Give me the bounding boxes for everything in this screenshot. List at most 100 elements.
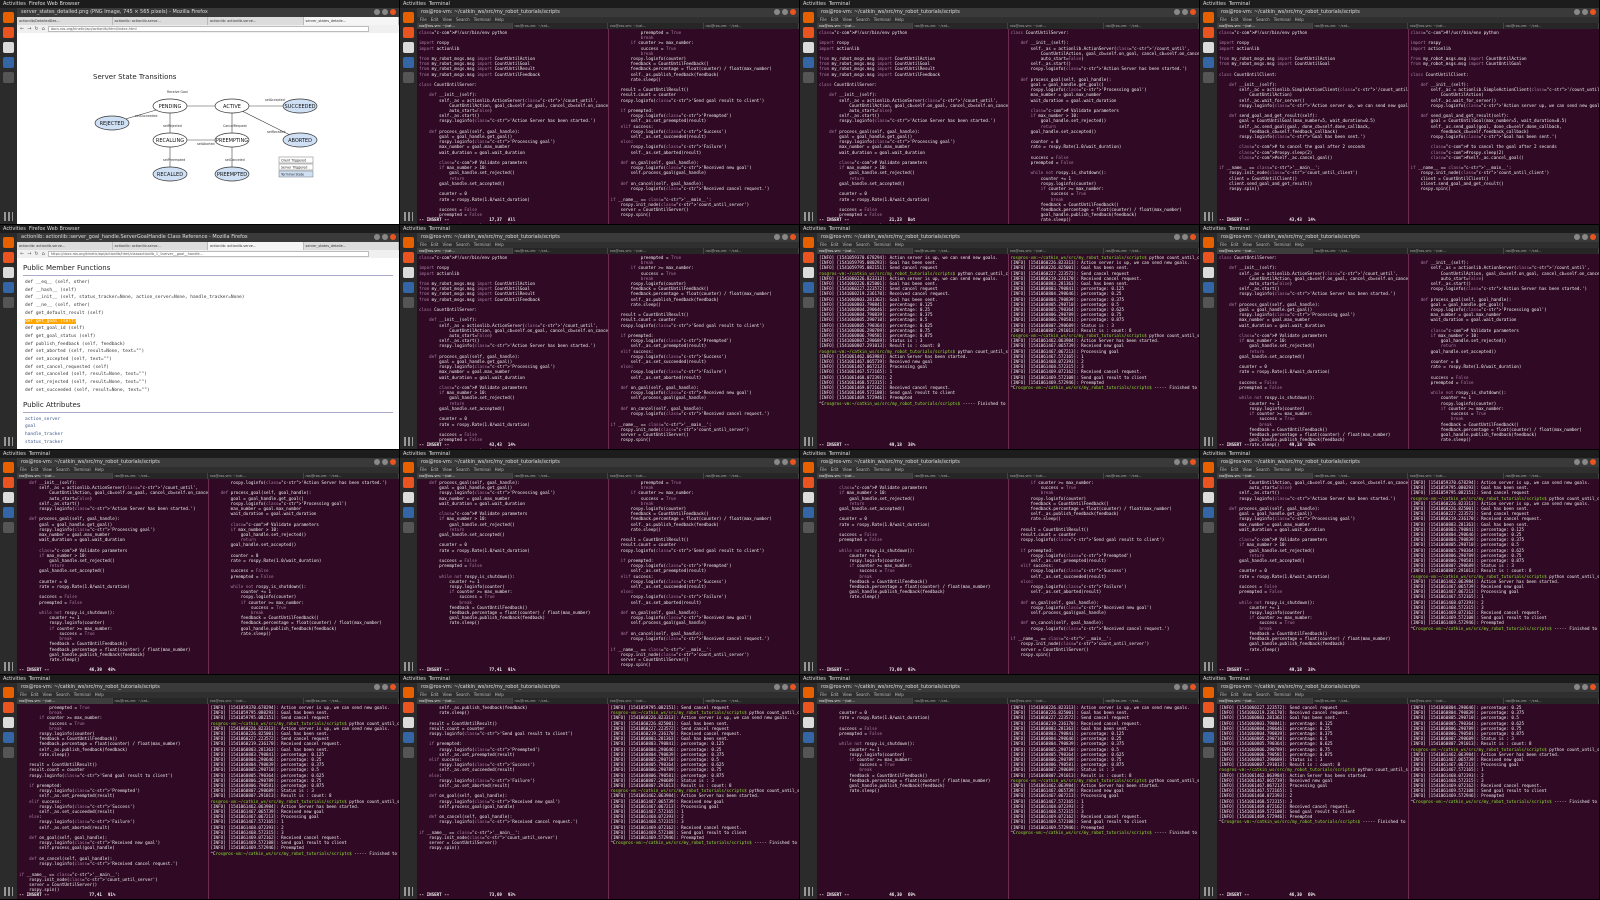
- browser-tab[interactable]: actionlib: actionlib.serve...: [113, 242, 208, 250]
- terminal-icon[interactable]: [803, 522, 814, 533]
- minimize-icon[interactable]: [1574, 459, 1580, 465]
- menu-help[interactable]: Help: [1295, 692, 1304, 697]
- menu-view[interactable]: View: [1242, 692, 1252, 697]
- menu-file[interactable]: File: [820, 692, 827, 697]
- menu-search[interactable]: Search: [856, 17, 870, 22]
- member-signature[interactable]: def __ne__ (self, other): [25, 303, 90, 308]
- menu-file[interactable]: File: [1220, 242, 1227, 247]
- minimize-icon[interactable]: [1174, 234, 1180, 240]
- show-applications-icon[interactable]: [404, 212, 413, 221]
- menu-search[interactable]: Search: [456, 242, 470, 247]
- activities-button[interactable]: Activities: [1203, 675, 1226, 683]
- editor-pane-left[interactable]: preempted = True break if counter >= max…: [17, 704, 208, 899]
- close-icon[interactable]: [390, 684, 396, 690]
- minimize-icon[interactable]: [1174, 684, 1180, 690]
- menu-view[interactable]: View: [1242, 467, 1252, 472]
- close-icon[interactable]: [1590, 9, 1596, 15]
- minimize-icon[interactable]: [374, 9, 380, 15]
- editor-pane-right[interactable]: rospy.loginfo(class="c-str">'Action Serv…: [207, 479, 400, 674]
- editor-pane-right[interactable]: preempted = True break if counter >= max…: [607, 479, 800, 674]
- menu-file[interactable]: File: [420, 467, 427, 472]
- browser-tab[interactable]: actionlib: actionlib.serve...: [208, 242, 304, 250]
- files-icon[interactable]: [1203, 477, 1214, 488]
- member-function-link[interactable]: def set_cancel_requested (self): [25, 364, 399, 372]
- menu-file[interactable]: File: [1220, 467, 1227, 472]
- menu-file[interactable]: File: [420, 242, 427, 247]
- menu-edit[interactable]: Edit: [431, 467, 439, 472]
- menu-view[interactable]: View: [842, 242, 852, 247]
- activities-button[interactable]: Activities: [803, 225, 826, 233]
- menu-file[interactable]: File: [820, 242, 827, 247]
- browser-tab[interactable]: server_states_detaile...: [303, 17, 399, 25]
- menu-terminal[interactable]: Terminal: [874, 17, 891, 22]
- terminal-icon[interactable]: [3, 522, 14, 533]
- menu-file[interactable]: File: [20, 467, 27, 472]
- member-function-link[interactable]: def set_rejected (self, result=None, tex…: [25, 379, 399, 387]
- close-icon[interactable]: [1590, 684, 1596, 690]
- files-icon[interactable]: [1203, 252, 1214, 263]
- menu-terminal[interactable]: Terminal: [74, 692, 91, 697]
- member-function-link[interactable]: def set_aborted (self, result=None, text…: [25, 348, 399, 356]
- terminal-icon[interactable]: [3, 297, 14, 308]
- member-signature[interactable]: def __eq__ (self, other): [25, 280, 90, 285]
- maximize-icon[interactable]: [1182, 9, 1188, 15]
- maximize-icon[interactable]: [1182, 234, 1188, 240]
- editor-pane-left[interactable]: class="c-com">#!/usr/bin/env python impo…: [817, 29, 1008, 224]
- files-icon[interactable]: [403, 477, 414, 488]
- back-icon[interactable]: ←: [20, 26, 24, 32]
- menu-search[interactable]: Search: [1256, 17, 1270, 22]
- menu-help[interactable]: Help: [895, 17, 904, 22]
- show-applications-icon[interactable]: [804, 662, 813, 671]
- activities-button[interactable]: Activities: [403, 0, 426, 8]
- menu-edit[interactable]: Edit: [1231, 17, 1239, 22]
- menu-search[interactable]: Search: [1256, 692, 1270, 697]
- menu-search[interactable]: Search: [856, 242, 870, 247]
- editor-pane-right[interactable]: ros@ros-vm:~/catkin_ws/src/my_robot_tuto…: [1007, 254, 1199, 449]
- minimize-icon[interactable]: [774, 684, 780, 690]
- editor-pane-left[interactable]: [INFO] [1541059370.678294]: Action serve…: [817, 254, 1008, 449]
- editor-pane-right[interactable]: class="c-com">#!/usr/bin/env python impo…: [1407, 29, 1599, 224]
- software-icon[interactable]: [403, 57, 414, 68]
- menu-help[interactable]: Help: [895, 692, 904, 697]
- member-signature[interactable]: def set_succeeded (self, result=None, te…: [25, 388, 150, 393]
- software-icon[interactable]: [403, 282, 414, 293]
- firefox-icon[interactable]: [3, 12, 14, 23]
- menu-help[interactable]: Help: [1295, 17, 1304, 22]
- maximize-icon[interactable]: [1582, 9, 1588, 15]
- show-applications-icon[interactable]: [404, 887, 413, 896]
- member-signature[interactable]: def set_aborted (self, result=None, text…: [25, 349, 144, 354]
- editor-pane-left[interactable]: class="c-com">#!/usr/bin/env python impo…: [417, 29, 608, 224]
- close-icon[interactable]: [1190, 459, 1196, 465]
- activities-button[interactable]: Activities: [803, 0, 826, 8]
- software-icon[interactable]: [403, 507, 414, 518]
- software-icon[interactable]: [3, 507, 14, 518]
- member-function-link[interactable]: def get_goal_status (self): [25, 333, 399, 341]
- menu-edit[interactable]: Edit: [831, 17, 839, 22]
- terminal-icon[interactable]: [1203, 522, 1214, 533]
- home-icon[interactable]: ⌂: [42, 251, 45, 257]
- member-signature[interactable]: def get_default_result (self): [25, 311, 104, 316]
- editor-pane-right[interactable]: [INFO] [1541059370.678294]: Action serve…: [1407, 479, 1599, 674]
- attribute-name[interactable]: handle_tracker: [25, 432, 63, 437]
- editor-pane-right[interactable]: preempted = True break if counter >= max…: [607, 254, 800, 449]
- menu-file[interactable]: File: [1220, 692, 1227, 697]
- activities-button[interactable]: Activities: [1203, 450, 1226, 458]
- maximize-icon[interactable]: [1182, 459, 1188, 465]
- software-icon[interactable]: [1203, 732, 1214, 743]
- firefox-icon[interactable]: [1203, 237, 1214, 248]
- menu-help[interactable]: Help: [895, 467, 904, 472]
- files-icon[interactable]: [3, 477, 14, 488]
- editor-pane-left[interactable]: self._as.publish_feedback(feedback) rate…: [417, 704, 608, 899]
- files-icon[interactable]: [3, 252, 14, 263]
- app-menu[interactable]: Terminal: [29, 450, 50, 458]
- menu-view[interactable]: View: [442, 17, 452, 22]
- menu-help[interactable]: Help: [1295, 467, 1304, 472]
- menu-file[interactable]: File: [420, 692, 427, 697]
- editor-pane-left[interactable]: CountUntilAction, goal_cb=self.on_goal, …: [1217, 479, 1408, 674]
- member-function-link[interactable]: def __ne__ (self, other): [25, 302, 399, 310]
- terminal-icon[interactable]: [803, 297, 814, 308]
- menu-edit[interactable]: Edit: [831, 692, 839, 697]
- minimize-icon[interactable]: [374, 459, 380, 465]
- member-signature[interactable]: def set_accepted (self, text=""): [25, 357, 112, 362]
- member-signature[interactable]: def set_cancel_requested (self): [25, 365, 109, 370]
